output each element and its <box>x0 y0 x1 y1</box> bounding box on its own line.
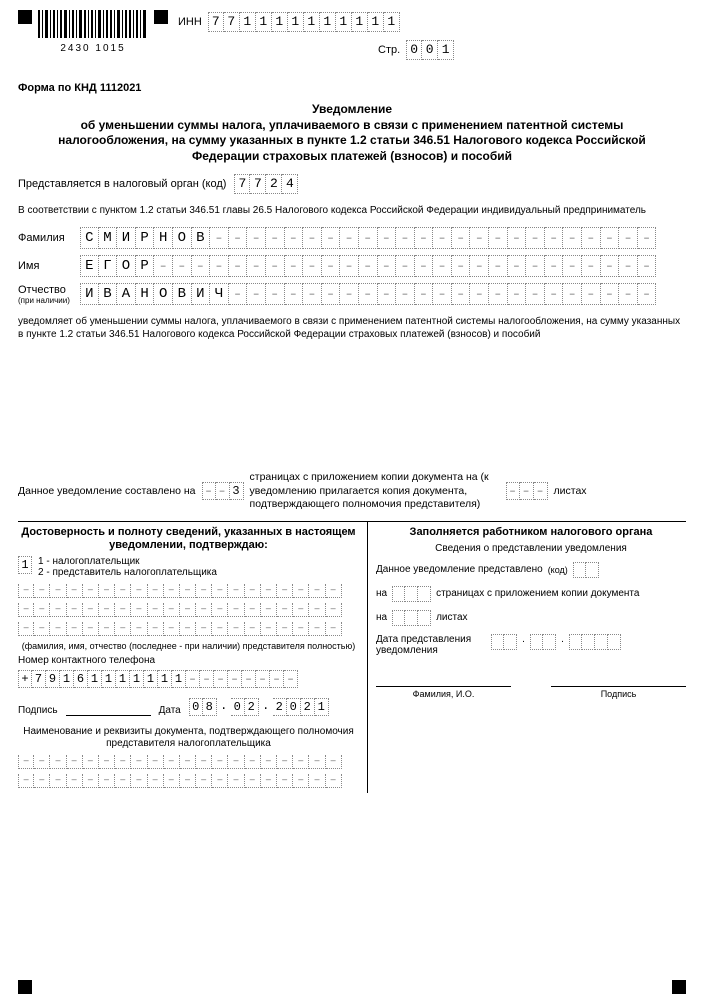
marker-top-mid <box>154 10 168 24</box>
rep-hint: (фамилия, имя, отчество (последнее - при… <box>18 641 359 651</box>
firstname-label: Имя <box>18 260 80 272</box>
rep-name-line-3 <box>18 622 359 636</box>
document-title: Уведомление об уменьшении суммы налога, … <box>18 102 686 164</box>
lastname-label: Фамилия <box>18 232 80 244</box>
page-label: Стр. <box>378 44 400 56</box>
signature-line <box>66 704 151 716</box>
middlename-field: ИВАНОВИЧ <box>80 283 656 305</box>
signer-code: 1 <box>18 556 32 574</box>
presented-label: Данное уведомление представлено <box>376 564 543 575</box>
lastname-field: СМИРНОВ <box>80 227 656 249</box>
page-count-row: Данное уведомление составлено на 3 стран… <box>18 471 686 510</box>
phone-label: Номер контактного телефона <box>18 655 359 666</box>
doc-line-1 <box>18 755 359 769</box>
date-label: Дата <box>159 705 181 716</box>
sign-label: Подпись <box>18 705 58 716</box>
rep-name-line-2 <box>18 603 359 617</box>
official-sign-line: Подпись <box>551 686 686 699</box>
sheets-field <box>392 610 431 626</box>
presentation-date-field: . . <box>491 634 621 650</box>
notify-text: уведомляет об уменьшении суммы налога, у… <box>18 315 686 341</box>
firstname-field: ЕГОР <box>80 255 656 277</box>
left-col-heading: Достоверность и полноту сведений, указан… <box>18 526 359 552</box>
marker-bottom-right <box>672 980 686 994</box>
date-field: 08.02.2021 <box>189 698 329 716</box>
right-col-sub: Сведения о представлении уведомления <box>376 543 686 554</box>
barcode: 2430 1015 <box>38 10 148 54</box>
inn-field: 771111111111 <box>208 12 400 32</box>
phone-field: +79161111111 <box>18 670 359 688</box>
middlename-label: Отчество (при наличии) <box>18 284 80 305</box>
doc-name-heading: Наименование и реквизиты документа, подт… <box>18 726 359 750</box>
presentation-date-label: Дата представления уведомления <box>376 634 486 656</box>
page-field: 001 <box>406 40 454 60</box>
legal-basis-text: В соответствии с пунктом 1.2 статьи 346.… <box>18 204 686 217</box>
doc-line-2 <box>18 774 359 788</box>
signer-options: 1 - налогоплательщик 2 - представитель н… <box>38 556 217 578</box>
form-code: Форма по КНД 1112021 <box>18 82 686 94</box>
barcode-number: 2430 1015 <box>38 43 148 54</box>
marker-top-left <box>18 10 32 24</box>
marker-bottom-left <box>18 980 32 994</box>
rep-name-line-1 <box>18 584 359 598</box>
presented-code-field <box>573 562 599 578</box>
right-col-heading: Заполняется работником налогового органа <box>376 526 686 539</box>
official-name-line: Фамилия, И.О. <box>376 686 511 699</box>
tax-authority-label: Представляется в налоговый орган (код) <box>18 178 226 190</box>
tax-authority-code: 7724 <box>234 174 298 194</box>
inn-label: ИНН <box>178 16 202 28</box>
pages-field <box>392 586 431 602</box>
